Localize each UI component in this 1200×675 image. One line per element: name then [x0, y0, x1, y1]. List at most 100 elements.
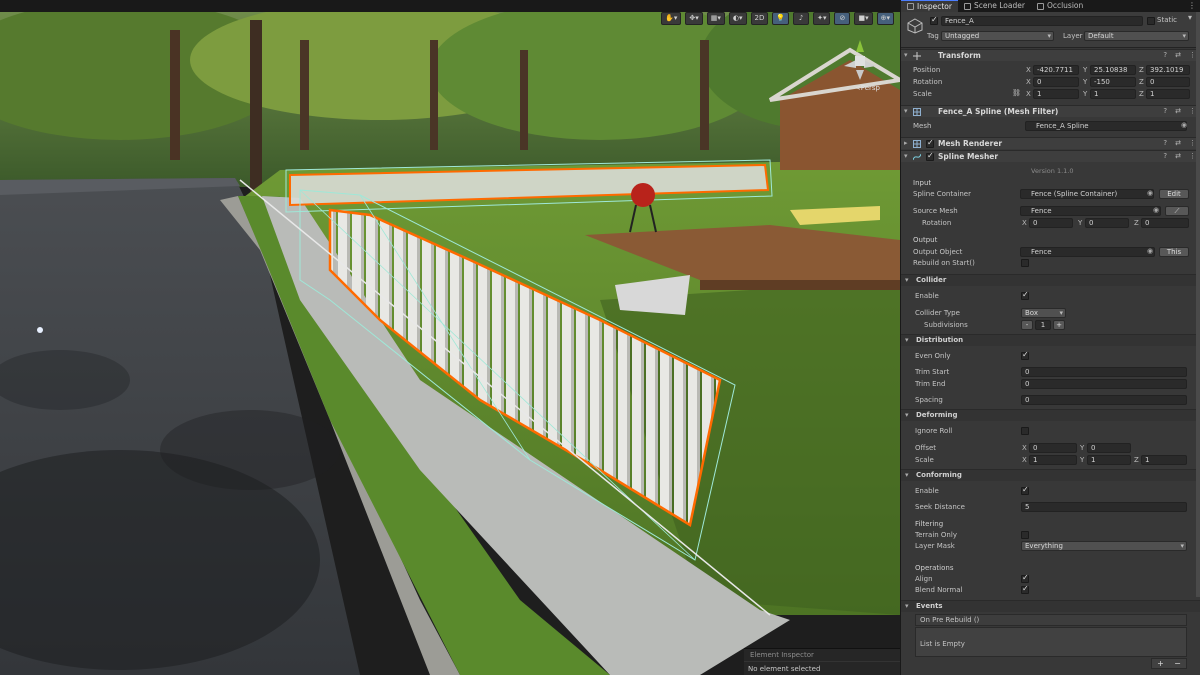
component-menu-icon[interactable]: ⋮ [1189, 51, 1196, 59]
collapse-arrow-icon[interactable]: ▾ [905, 602, 909, 610]
gizmos-icon[interactable]: ⊕▾ [876, 12, 894, 25]
align-checkbox[interactable] [1021, 573, 1029, 583]
output-object-field[interactable]: Fence [1020, 247, 1155, 257]
conforming-section-header[interactable]: ▾ Conforming [901, 469, 1200, 481]
preset-icon[interactable]: ⇄ [1175, 139, 1181, 147]
help-icon[interactable]: ? [1163, 51, 1167, 59]
terrain-only-checkbox[interactable] [1021, 531, 1029, 539]
trim-end-field[interactable]: 0 [1021, 379, 1187, 389]
object-picker-icon[interactable]: ◉ [1147, 189, 1153, 197]
collapse-arrow-icon[interactable]: ▾ [905, 276, 909, 284]
subdivisions-decrement-button[interactable]: - [1021, 320, 1033, 330]
name-field[interactable]: Fence_A [941, 16, 1143, 26]
collapse-arrow-icon[interactable]: ▾ [904, 51, 908, 59]
tab-inspector[interactable]: Inspector [901, 0, 958, 12]
seek-distance-field[interactable]: 5 [1021, 502, 1187, 512]
component-menu-icon[interactable]: ⋮ [1189, 139, 1196, 147]
inspector-scrollbar[interactable] [1196, 12, 1200, 597]
position-z-field[interactable]: 392.1019 [1146, 65, 1190, 75]
spline-mesher-enabled-checkbox[interactable] [926, 151, 934, 161]
mesh-renderer-enabled-checkbox[interactable] [926, 138, 934, 148]
offset-y-field[interactable]: 0 [1087, 443, 1131, 453]
active-checkbox[interactable] [930, 15, 938, 25]
collider-enable-checkbox[interactable] [1021, 290, 1029, 300]
lighting-icon[interactable]: 💡 [772, 12, 790, 25]
tag-dropdown[interactable]: Untagged [941, 31, 1054, 41]
remove-event-button[interactable]: − [1174, 659, 1181, 668]
deform-scale-z-field[interactable]: 1 [1141, 455, 1187, 465]
shading-mode-icon[interactable]: ◐▾ [728, 12, 747, 25]
rotation-x-field[interactable]: 0 [1033, 77, 1079, 87]
collider-type-dropdown[interactable]: Box [1021, 308, 1066, 318]
audio-icon[interactable]: ♪ [793, 12, 810, 25]
collapse-arrow-icon[interactable]: ▾ [904, 152, 908, 160]
scene-view[interactable]: ✋▾ ✥▾ ▦▾ ◐▾ 2D 💡 ♪ ✦▾ ⊘ ■▾ ⊕▾ <Persp Ele… [0, 0, 900, 675]
collapse-arrow-icon[interactable]: ▾ [905, 336, 909, 344]
offset-x-field[interactable]: 0 [1029, 443, 1077, 453]
constrain-proportions-icon[interactable]: ⛓ [1012, 89, 1021, 97]
rotation-z-field[interactable]: 0 [1146, 77, 1190, 87]
layer-mask-dropdown[interactable]: Everything [1021, 541, 1187, 551]
collapse-arrow-icon[interactable]: ▾ [905, 471, 909, 479]
position-x-field[interactable]: -420.7711 [1033, 65, 1079, 75]
preset-icon[interactable]: ⇄ [1175, 107, 1181, 115]
edit-button[interactable]: Edit [1159, 189, 1189, 199]
deforming-section-header[interactable]: ▾ Deforming [901, 409, 1200, 421]
subdivisions-increment-button[interactable]: + [1053, 320, 1065, 330]
scale-x-field[interactable]: 1 [1033, 89, 1079, 99]
spacing-field[interactable]: 0 [1021, 395, 1187, 405]
grid-icon[interactable]: ▦▾ [706, 12, 725, 25]
subdivisions-field[interactable]: 1 [1035, 320, 1051, 330]
even-only-checkbox[interactable] [1021, 350, 1029, 360]
collapse-arrow-icon[interactable]: ▾ [905, 411, 909, 419]
mesh-filter-component-header[interactable]: ▾ Fence_A Spline (Mesh Filter) ? ⇄ ⋮ [901, 105, 1200, 117]
rebuild-on-start-checkbox[interactable] [1021, 259, 1029, 267]
hidden-objects-icon[interactable]: ⊘ [834, 12, 851, 25]
mesh-renderer-component-header[interactable]: ▸ Mesh Renderer ? ⇄ ⋮ [901, 137, 1200, 149]
events-section-header[interactable]: ▾ Events [901, 600, 1200, 612]
spline-container-field[interactable]: Fence (Spline Container) [1020, 189, 1154, 199]
position-y-field[interactable]: 25.10838 [1090, 65, 1136, 75]
static-checkbox[interactable] [1147, 17, 1155, 25]
deform-scale-x-field[interactable]: 1 [1029, 455, 1077, 465]
this-button[interactable]: This [1159, 247, 1189, 257]
spline-mesher-component-header[interactable]: ▾ Spline Mesher ? ⇄ ⋮ [901, 150, 1200, 162]
preset-icon[interactable]: ⇄ [1175, 51, 1181, 59]
collapse-arrow-icon[interactable]: ▾ [904, 107, 908, 115]
mesh-rotation-y-field[interactable]: 0 [1085, 218, 1129, 228]
help-icon[interactable]: ? [1163, 152, 1167, 160]
object-picker-icon[interactable]: ◉ [1153, 206, 1159, 214]
tab-occlusion[interactable]: Occlusion [1031, 0, 1089, 12]
move-tool-icon[interactable]: ✥▾ [685, 12, 703, 25]
orientation-gizmo-icon[interactable] [834, 30, 886, 92]
component-menu-icon[interactable]: ⋮ [1189, 152, 1196, 160]
mesh-object-field[interactable]: Fence_A Spline [1025, 121, 1187, 131]
hand-tool-icon[interactable]: ✋▾ [661, 12, 682, 25]
component-menu-icon[interactable]: ⋮ [1189, 107, 1196, 115]
ignore-roll-checkbox[interactable] [1021, 427, 1029, 435]
help-icon[interactable]: ? [1163, 139, 1167, 147]
static-dropdown-icon[interactable]: ▾ [1188, 12, 1196, 24]
trim-start-field[interactable]: 0 [1021, 367, 1187, 377]
tab-scene-loader[interactable]: Scene Loader [958, 0, 1031, 12]
collider-section-header[interactable]: ▾ Collider [901, 274, 1200, 286]
add-event-button[interactable]: + [1157, 659, 1164, 668]
kebab-menu-icon[interactable]: ⋮ [1188, 0, 1200, 12]
scale-y-field[interactable]: 1 [1090, 89, 1136, 99]
help-icon[interactable]: ? [1163, 107, 1167, 115]
deform-scale-y-field[interactable]: 1 [1087, 455, 1131, 465]
scale-z-field[interactable]: 1 [1146, 89, 1190, 99]
transform-component-header[interactable]: ▾ Transform ? ⇄ ⋮ [901, 49, 1200, 61]
camera-icon[interactable]: ■▾ [854, 12, 873, 25]
scene-render[interactable] [0, 0, 900, 675]
toggle-2d-button[interactable]: 2D [750, 12, 769, 25]
perspective-label[interactable]: <Persp [855, 84, 880, 92]
blend-normal-checkbox[interactable] [1021, 584, 1029, 594]
eye-dropper-button[interactable]: ⟋ [1165, 206, 1189, 216]
layer-dropdown[interactable]: Default [1084, 31, 1189, 41]
preset-icon[interactable]: ⇄ [1175, 152, 1181, 160]
object-picker-icon[interactable]: ◉ [1181, 121, 1187, 129]
expand-arrow-icon[interactable]: ▸ [904, 139, 908, 147]
object-picker-icon[interactable]: ◉ [1147, 247, 1153, 255]
conforming-enable-checkbox[interactable] [1021, 485, 1029, 495]
